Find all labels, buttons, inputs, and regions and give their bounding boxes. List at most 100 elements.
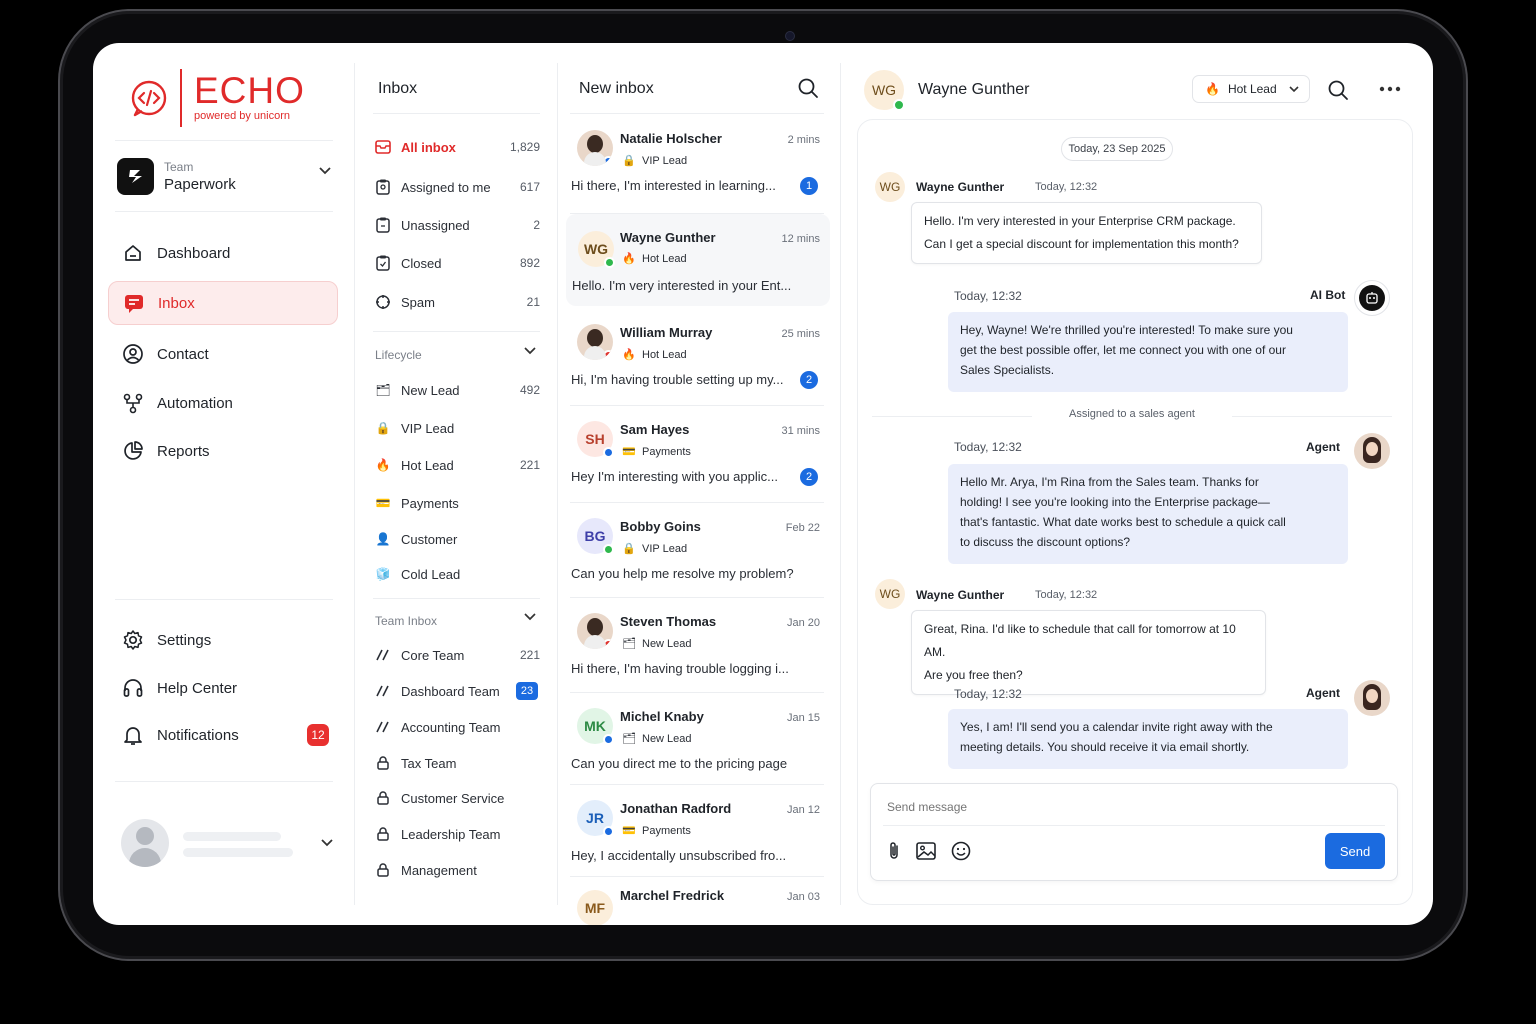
lifecycle-vip-lead[interactable]: 🔒 VIP Lead: [375, 417, 540, 439]
timestamp: 12 mins: [781, 233, 820, 245]
conversation-item[interactable]: William Murray 25 mins 🔥 Hot Lead Hi, I'm…: [566, 312, 830, 404]
agent-avatar: [1354, 433, 1390, 469]
status-dot: [603, 826, 614, 837]
conversation-item[interactable]: Steven Thomas Jan 20 🗂 New Lead Hi there,…: [566, 601, 830, 693]
nav-help-center[interactable]: Help Center: [108, 666, 338, 710]
message-preview: Can you direct me to the pricing page: [571, 756, 788, 771]
contact-name[interactable]: Wayne Gunther: [918, 81, 1029, 99]
filter-unassigned[interactable]: Unassigned 2: [375, 214, 540, 236]
search-icon[interactable]: [1327, 79, 1349, 101]
lifecycle-section[interactable]: Lifecycle: [375, 347, 540, 362]
chevron-down-icon[interactable]: [319, 167, 331, 175]
filter-label: Payments: [401, 495, 459, 511]
divider: [115, 781, 333, 782]
sender-name: Wayne Gunther: [916, 588, 1005, 602]
filter-label: Accounting Team: [401, 719, 501, 735]
nav-notifications[interactable]: Notifications 12: [108, 713, 338, 757]
image-icon[interactable]: [915, 840, 937, 862]
team-customer-service[interactable]: Customer Service: [375, 787, 540, 809]
conversation-item-selected[interactable]: WG Wayne Gunther 12 mins 🔥 Hot Lead Hello…: [566, 214, 830, 306]
nav-dashboard[interactable]: Dashboard: [108, 231, 338, 275]
list-title: New inbox: [579, 80, 654, 97]
slash-icon: [375, 683, 391, 699]
attachment-icon[interactable]: [883, 840, 905, 862]
divider: [373, 331, 540, 332]
send-button[interactable]: Send: [1325, 833, 1385, 869]
message-time: Today, 12:32: [1035, 181, 1098, 193]
lifecycle-cold-lead[interactable]: 🧊 Cold Lead: [375, 563, 540, 585]
team-switcher[interactable]: Team Paperwork: [117, 156, 335, 196]
contact-name: Bobby Goins: [620, 519, 701, 534]
team-inbox-section[interactable]: Team Inbox: [375, 613, 540, 628]
team-leadership[interactable]: Leadership Team: [375, 823, 540, 845]
divider: [570, 405, 824, 406]
conversation-item[interactable]: JR Jonathan Radford Jan 12 💳 Payments Hey…: [566, 788, 830, 880]
status-dot: [603, 544, 614, 555]
nav-reports[interactable]: Reports: [108, 429, 338, 473]
lock-icon: [375, 790, 391, 806]
team-core[interactable]: Core Team 221: [375, 644, 540, 666]
nav-contact[interactable]: Contact: [108, 332, 338, 376]
conversation-item[interactable]: Natalie Holscher 2 mins 🔒 VIP Lead Hi the…: [566, 118, 830, 210]
brand-logo[interactable]: ECHO powered by unicorn: [129, 69, 305, 127]
conversation-item[interactable]: BG Bobby Goins Feb 22 🔒 VIP Lead Can you …: [566, 506, 830, 598]
lock-emoji-icon: 🔒: [622, 543, 636, 555]
lifecycle-new-lead[interactable]: 🗂 New Lead 492: [375, 379, 540, 401]
filter-label: All inbox: [401, 139, 456, 155]
divider: [115, 140, 333, 141]
section-title: Lifecycle: [375, 348, 422, 362]
automation-icon: [122, 392, 144, 414]
timestamp: 2 mins: [787, 134, 820, 146]
team-management[interactable]: Management: [375, 859, 540, 881]
tag-label: VIP Lead: [642, 542, 688, 555]
filter-all-inbox[interactable]: All inbox 1,829: [375, 136, 540, 158]
user-profile[interactable]: [121, 818, 337, 868]
chevron-down-icon[interactable]: [524, 347, 536, 355]
filter-label: Management: [401, 862, 477, 878]
filter-spam[interactable]: Spam 21: [375, 291, 540, 313]
unread-badge: 1: [800, 177, 818, 195]
conversation-item[interactable]: MK Michel Knaby Jan 15 🗂 New Lead Can you…: [566, 696, 830, 788]
chevron-down-icon[interactable]: [321, 839, 333, 847]
team-name: Paperwork: [164, 175, 236, 193]
lead-tag: 🔒 VIP Lead: [620, 542, 688, 556]
conversation-item[interactable]: MF Marchel Fredrick Jan 03: [566, 880, 830, 925]
lifecycle-customer[interactable]: 👤 Customer: [375, 528, 540, 550]
clipboard-icon: [375, 179, 391, 195]
nav-settings[interactable]: Settings: [108, 618, 338, 662]
avatar: WG: [875, 579, 905, 609]
filter-label: Cold Lead: [401, 566, 461, 582]
emoji-icon[interactable]: [950, 840, 972, 862]
nav-label: Dashboard: [157, 244, 231, 262]
nav-automation[interactable]: Automation: [108, 381, 338, 425]
lead-status-dropdown[interactable]: 🔥 Hot Lead: [1192, 75, 1310, 103]
avatar: WG: [578, 231, 615, 268]
card-emoji-icon: 💳: [622, 825, 636, 837]
search-icon[interactable]: [797, 77, 819, 99]
notifications-badge: 12: [307, 724, 329, 746]
more-options-icon[interactable]: [1379, 86, 1401, 92]
nav-inbox[interactable]: Inbox: [108, 281, 338, 325]
filter-count: 2: [533, 218, 540, 232]
conversation-item[interactable]: SH Sam Hayes 31 mins 💳 Payments Hey I'm i…: [566, 409, 830, 501]
date-separator: Today, 23 Sep 2025: [1061, 137, 1173, 161]
message-input[interactable]: [887, 800, 1367, 814]
lifecycle-payments[interactable]: 💳 Payments: [375, 492, 540, 514]
team-accounting[interactable]: Accounting Team: [375, 716, 540, 738]
avatar: BG: [577, 518, 614, 555]
avatar[interactable]: WG: [864, 70, 905, 111]
team-tax[interactable]: Tax Team: [375, 752, 540, 774]
message-line: Yes, I am! I'll send you a calendar invi…: [960, 720, 1273, 734]
team-dashboard[interactable]: Dashboard Team 23: [375, 680, 540, 702]
filter-closed[interactable]: Closed 892: [375, 252, 540, 274]
tag-label: Hot Lead: [642, 252, 687, 265]
card-emoji-icon: 💳: [375, 496, 391, 510]
agent-avatar: [1354, 680, 1390, 716]
filter-count: 892: [519, 256, 540, 270]
card-emoji-icon: 💳: [622, 446, 636, 458]
lock-icon: [375, 826, 391, 842]
lifecycle-hot-lead[interactable]: 🔥 Hot Lead 221: [375, 454, 540, 476]
chevron-down-icon[interactable]: [524, 613, 536, 621]
filter-label: Spam: [401, 294, 435, 310]
filter-assigned-to-me[interactable]: Assigned to me 617: [375, 176, 540, 198]
